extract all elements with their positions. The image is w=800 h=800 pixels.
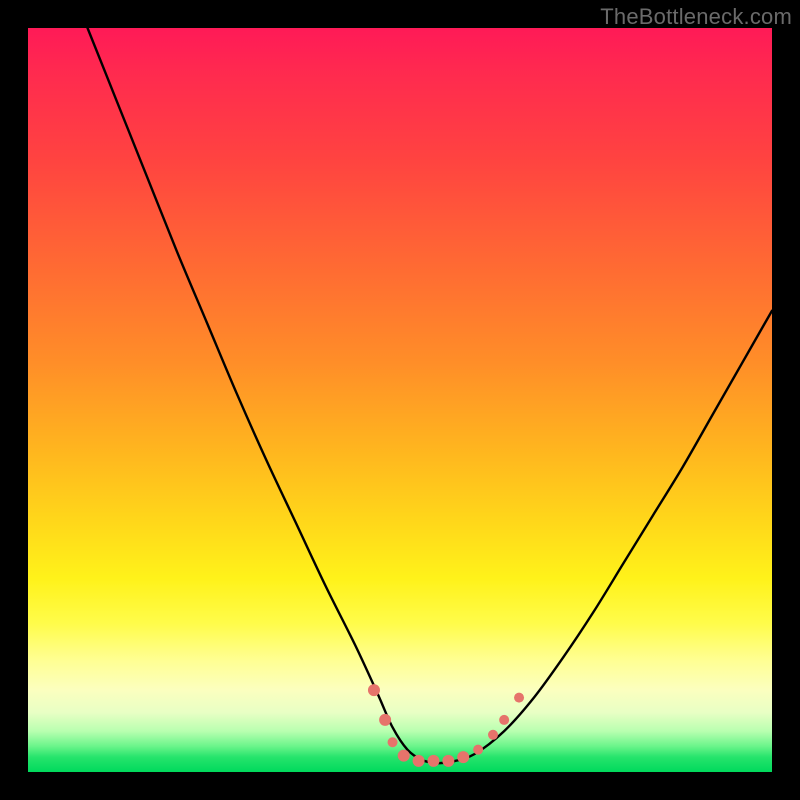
highlight-dot (368, 684, 380, 696)
highlight-dot (473, 745, 483, 755)
curve-line (88, 28, 772, 763)
chart-frame: TheBottleneck.com (0, 0, 800, 800)
highlight-dot (379, 714, 391, 726)
highlight-dot (457, 751, 469, 763)
highlight-dot (488, 730, 498, 740)
highlight-dot (499, 715, 509, 725)
highlight-dot (398, 750, 410, 762)
bottleneck-curve-path (88, 28, 772, 763)
highlight-dot (442, 755, 454, 767)
highlight-dot (514, 693, 524, 703)
plot-area (28, 28, 772, 772)
watermark-text: TheBottleneck.com (600, 4, 792, 30)
highlight-dot (413, 755, 425, 767)
chart-svg (28, 28, 772, 772)
highlight-dot (388, 737, 398, 747)
highlight-dot (427, 755, 439, 767)
